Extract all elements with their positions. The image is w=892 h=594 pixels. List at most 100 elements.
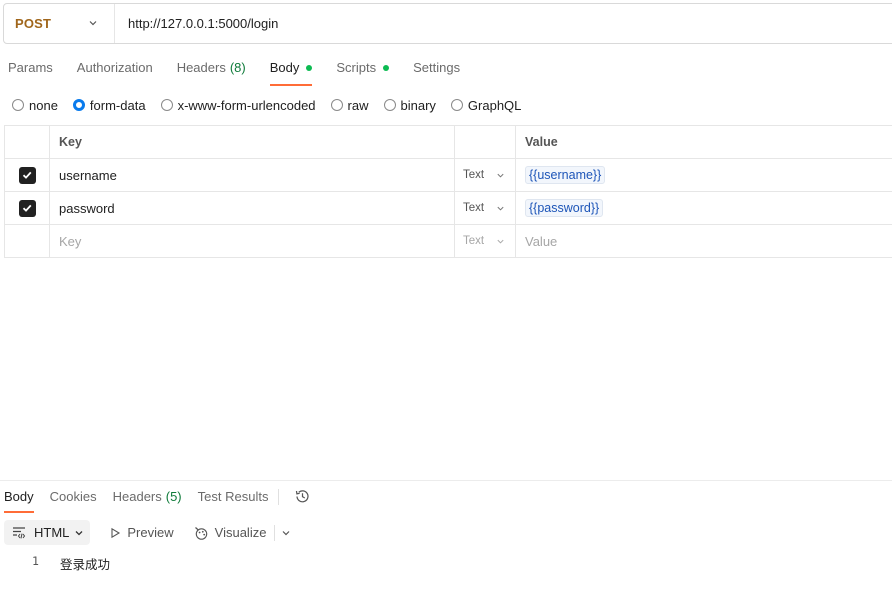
radio-circle-icon [330, 99, 343, 111]
table-row-empty: Key Text Value [5, 225, 892, 258]
radio-circle-icon [450, 99, 463, 111]
request-tabs: Params Authorization Headers (8) Body Scr… [8, 60, 484, 86]
tab-settings[interactable]: Settings [413, 60, 460, 86]
header-value: Value [525, 135, 558, 149]
preview-label: Preview [127, 525, 174, 540]
format-select[interactable]: HTML [4, 520, 91, 545]
new-key-input[interactable]: Key [50, 225, 455, 257]
key-input[interactable]: username [50, 159, 455, 191]
table-header-row: Key Value [5, 126, 892, 159]
tab-label: Headers [176, 60, 226, 75]
response-tab-cookies[interactable]: Cookies [50, 489, 97, 513]
visualize-button[interactable]: Visualize [193, 525, 267, 541]
response-body: 1 登录成功 [32, 554, 110, 573]
radio-circle-icon [12, 99, 24, 111]
type-label: Text [463, 235, 485, 247]
value-input[interactable]: {{password}} [516, 192, 892, 224]
variable-chip: {{password}} [525, 199, 604, 217]
radio-label: raw [347, 97, 369, 113]
radio-raw[interactable]: raw [330, 97, 369, 113]
type-select[interactable]: Text [455, 159, 516, 191]
table-row: password Text {{password}} [5, 192, 892, 225]
preview-button[interactable]: Preview [109, 525, 174, 540]
response-divider[interactable] [0, 480, 892, 481]
line-number: 1 [32, 554, 39, 568]
tab-label: Cookies [49, 489, 97, 504]
headers-count: (8) [229, 60, 246, 75]
response-line: 登录成功 [60, 558, 111, 572]
tab-separator [278, 489, 279, 505]
radio-label: none [29, 97, 58, 113]
response-tab-test-results[interactable]: Test Results [198, 489, 269, 513]
table-row: username Text {{username}} [5, 159, 892, 192]
tab-label: Body [269, 60, 300, 75]
checkbox-checked-icon[interactable] [18, 166, 36, 184]
value-input[interactable]: {{username}} [516, 159, 892, 191]
chevron-down-icon [497, 206, 504, 211]
radio-binary[interactable]: binary [383, 97, 436, 113]
method-select[interactable]: POST [4, 4, 115, 43]
radio-urlencoded[interactable]: x-www-form-urlencoded [160, 97, 316, 113]
tab-params[interactable]: Params [8, 60, 53, 86]
headers-count: (5) [165, 489, 182, 504]
response-tabs: Body Cookies Headers (5) Test Results [4, 489, 311, 513]
check-cell [5, 192, 50, 224]
tab-label: Headers [112, 489, 162, 504]
tab-label: Test Results [197, 489, 269, 504]
type-label: Text [463, 202, 485, 214]
response-toolbar: HTML Preview Visualize [4, 520, 291, 545]
tab-authorization[interactable]: Authorization [77, 60, 153, 86]
tab-headers[interactable]: Headers (8) [177, 60, 246, 86]
check-cell [5, 225, 50, 257]
type-select[interactable]: Text [455, 192, 516, 224]
tab-scripts[interactable]: Scripts [336, 60, 390, 86]
visualize-icon [194, 526, 207, 540]
status-dot-icon [306, 65, 313, 71]
visualize-label: Visualize [214, 525, 267, 540]
check-cell [5, 159, 50, 191]
header-key: Key [50, 126, 455, 158]
radio-none[interactable]: none [12, 98, 58, 113]
format-lines-icon [13, 526, 26, 539]
tab-label: Body [4, 489, 34, 504]
play-icon [111, 527, 121, 538]
radio-label: x-www-form-urlencoded [177, 97, 316, 113]
body-type-options: none form-data x-www-form-urlencoded raw… [12, 97, 536, 113]
radio-graphql[interactable]: GraphQL [450, 97, 522, 113]
radio-label: binary [400, 97, 436, 113]
response-tab-headers[interactable]: Headers (5) [113, 489, 182, 513]
form-data-table: Key Value username Text {{username}} pas… [4, 125, 892, 258]
radio-label: GraphQL [467, 97, 522, 113]
url-bar: POST http://127.0.0.1:5000/login [3, 3, 892, 44]
radio-label: form-data [89, 97, 146, 113]
chevron-down-icon [497, 239, 504, 244]
tab-label: Authorization [76, 60, 153, 75]
chevron-down-icon[interactable] [281, 528, 291, 538]
radio-circle-icon [383, 99, 396, 111]
tab-label: Params [8, 60, 53, 75]
chevron-down-icon [75, 530, 83, 535]
new-value-input[interactable]: Value [516, 225, 892, 257]
type-label: Text [463, 169, 485, 181]
variable-chip: {{username}} [525, 166, 606, 184]
radio-form-data[interactable]: form-data [72, 97, 146, 113]
url-input[interactable]: http://127.0.0.1:5000/login [115, 16, 278, 31]
tab-label: Scripts [336, 60, 377, 75]
toolbar-separator [274, 524, 276, 541]
chevron-down-icon [497, 173, 504, 178]
key-input[interactable]: password [50, 192, 455, 224]
history-icon[interactable] [294, 488, 311, 505]
method-label: POST [15, 16, 52, 31]
radio-selected-icon [72, 99, 85, 111]
checkbox-checked-icon[interactable] [18, 199, 36, 217]
status-dot-icon [383, 65, 390, 71]
tab-body[interactable]: Body [269, 60, 313, 86]
type-select[interactable]: Text [455, 225, 516, 257]
format-label: HTML [34, 525, 70, 540]
tab-label: Settings [413, 60, 461, 75]
radio-circle-icon [160, 99, 173, 111]
response-tab-body[interactable]: Body [4, 489, 34, 513]
header-check-cell [5, 126, 50, 158]
chevron-down-icon [89, 21, 97, 26]
header-type-cell [455, 126, 516, 158]
